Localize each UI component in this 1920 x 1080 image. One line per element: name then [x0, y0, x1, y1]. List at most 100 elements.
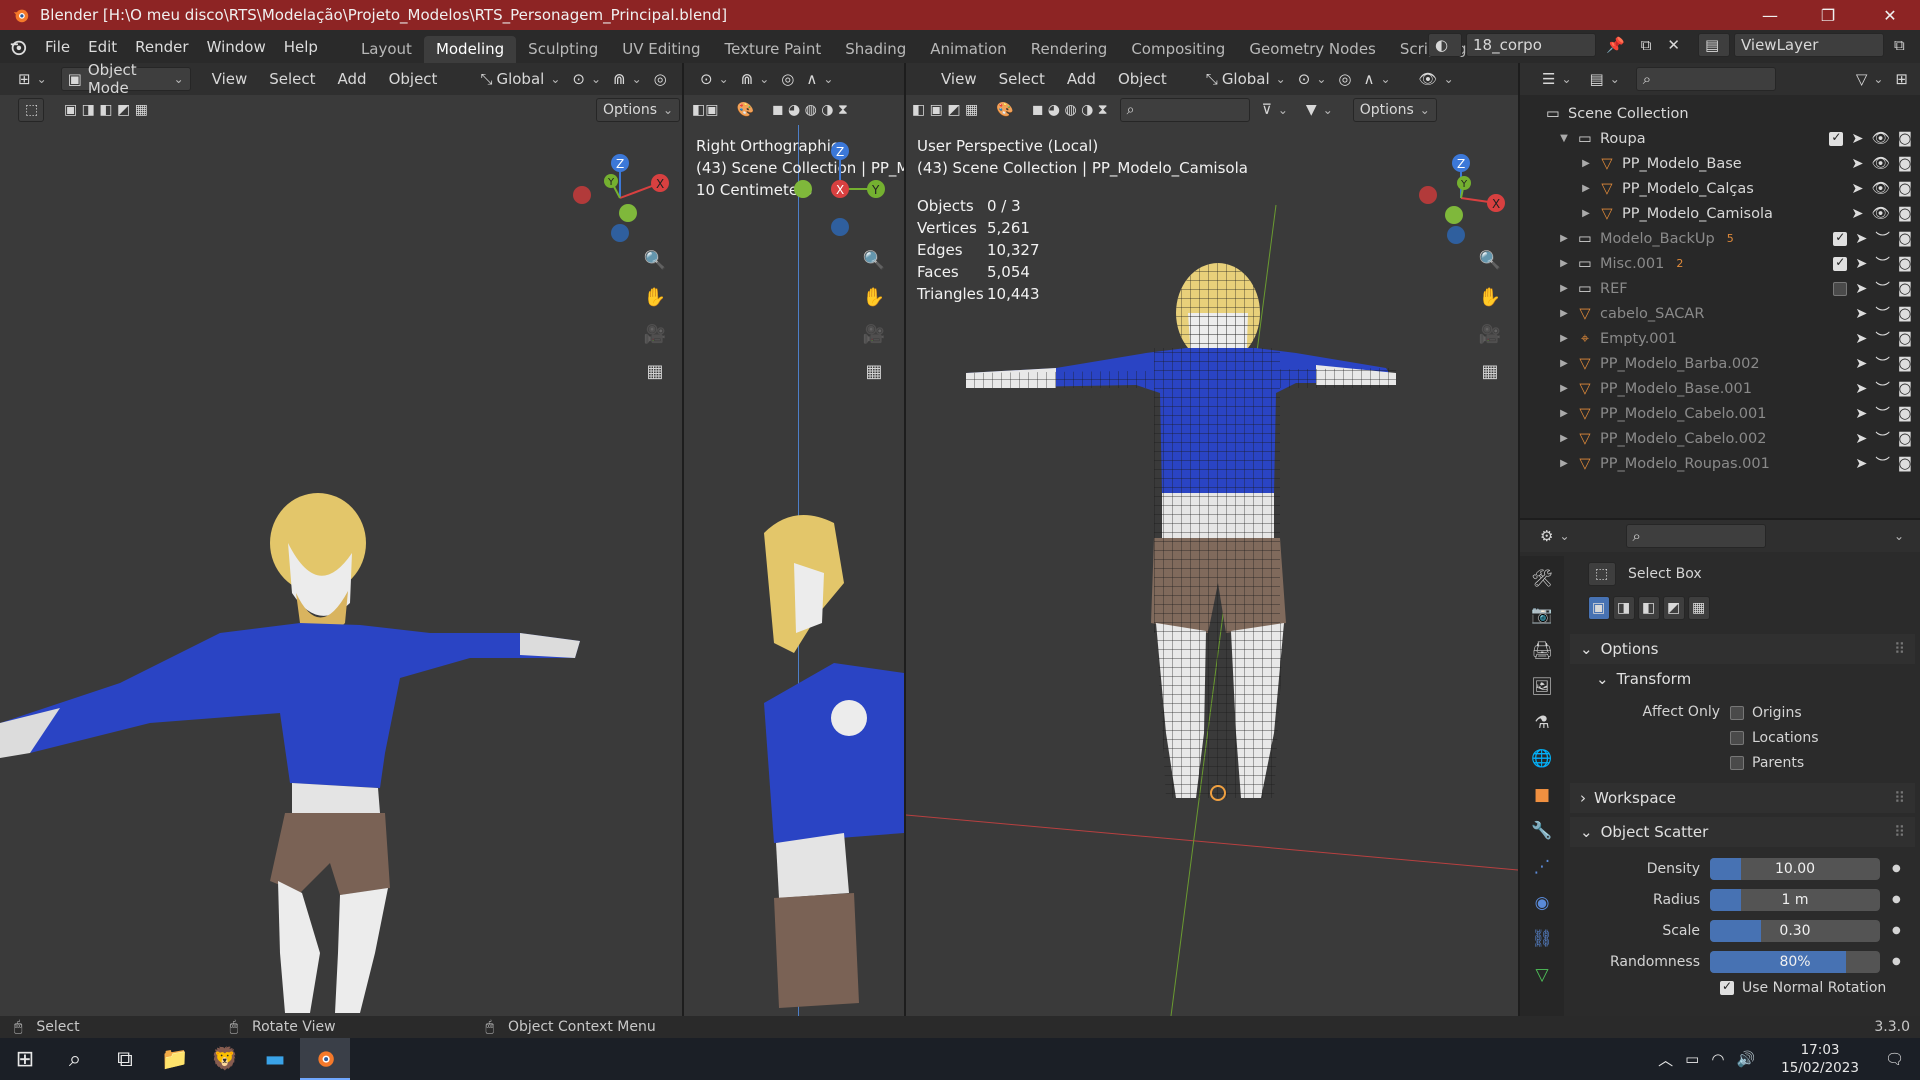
eye-icon[interactable]: 👁 — [1872, 180, 1890, 197]
selectable-arrow-icon[interactable]: ➤ — [1851, 131, 1863, 147]
workspace-panel-header[interactable]: › Workspace ⠿ — [1570, 783, 1915, 813]
left-menu-add[interactable]: Add — [327, 67, 378, 91]
tab-geometry-nodes[interactable]: Geometry Nodes — [1237, 36, 1388, 63]
expand-arrow-icon[interactable]: ▶ — [1556, 433, 1572, 444]
tab-uv-editing[interactable]: UV Editing — [610, 36, 712, 63]
middle-falloff-icon[interactable]: ∧ — [800, 67, 839, 91]
render-camera-icon[interactable]: ◙ — [1898, 431, 1912, 447]
outliner-display-mode-icon[interactable]: ▤ — [1584, 67, 1626, 91]
scene-name-field[interactable]: 18_corpo — [1466, 33, 1596, 57]
task-view-icon[interactable]: ⧉ — [100, 1038, 150, 1080]
mode-difference-icon[interactable]: ◩ — [1663, 596, 1685, 620]
outliner-item[interactable]: ▶ ⌖ Empty.001 ➤ ︶ ◙ — [1520, 326, 1920, 351]
tab-compositing[interactable]: Compositing — [1119, 36, 1237, 63]
eye-icon[interactable]: 👁 — [1872, 130, 1890, 147]
menu-help[interactable]: Help — [275, 38, 327, 56]
keyframe-dot-icon[interactable]: ● — [1892, 894, 1901, 905]
selectable-arrow-icon[interactable]: ➤ — [1855, 431, 1867, 447]
mode-subtract-icon[interactable]: ◧ — [1638, 596, 1660, 620]
particles-tab-icon[interactable]: ⋰ — [1527, 852, 1557, 882]
expand-arrow-icon[interactable]: ▶ — [1556, 408, 1572, 419]
left-menu-view[interactable]: View — [201, 67, 259, 91]
render-camera-icon[interactable]: ◙ — [1898, 256, 1912, 272]
perspective-grid-icon[interactable]: ▦ — [640, 356, 670, 386]
right-shading-icons[interactable]: ◼ ◕ ◍ ◑ ⧗ — [1026, 98, 1114, 122]
right-funnel-icon[interactable]: ▼ — [1300, 98, 1339, 122]
tab-shading[interactable]: Shading — [833, 36, 918, 63]
hidden-eye-icon[interactable]: ︶ — [1875, 228, 1890, 249]
outliner-item[interactable]: ▶ ▽ cabelo_SACAR ➤ ︶ ◙ — [1520, 301, 1920, 326]
expand-arrow-icon[interactable]: ▶ — [1578, 158, 1594, 169]
right-visibility-icon[interactable]: 👁 — [1413, 67, 1460, 91]
right-filter-icon[interactable]: ⊽ — [1256, 98, 1294, 122]
eye-icon[interactable]: 👁 — [1872, 155, 1890, 172]
constraints-tab-icon[interactable]: ⛓ — [1527, 924, 1557, 954]
brave-browser-icon[interactable]: 🦁 — [200, 1038, 250, 1080]
exclude-checkbox[interactable] — [1833, 255, 1848, 271]
radius-slider[interactable]: 1 m — [1710, 888, 1880, 911]
editor-type-icon[interactable]: ⊞ — [12, 67, 53, 91]
transform-subpanel-header[interactable]: ⌄ Transform — [1570, 664, 1915, 694]
outliner-scene-collection[interactable]: ▭ Scene Collection — [1520, 101, 1920, 126]
right-falloff-icon[interactable]: ∧ — [1357, 67, 1396, 91]
render-camera-icon[interactable]: ◙ — [1898, 381, 1912, 397]
select-box-tool-icon[interactable]: ⬚ — [1588, 562, 1616, 586]
middle-zoom-icon[interactable]: 🔍 — [859, 245, 889, 275]
density-slider[interactable]: 10.00 — [1710, 857, 1880, 880]
transform-orientation-dropdown[interactable]: ⤡ Global — [474, 67, 566, 91]
selectable-arrow-icon[interactable]: ➤ — [1855, 381, 1867, 397]
expand-arrow-icon[interactable]: ▶ — [1556, 333, 1572, 344]
right-navigation-gizmo[interactable]: Z X Y — [1406, 143, 1516, 253]
expand-arrow-icon[interactable]: ▶ — [1556, 308, 1572, 319]
world-tab-icon[interactable]: 🌐 — [1527, 744, 1557, 774]
folder-app-icon[interactable]: ▬ — [250, 1038, 300, 1080]
blender-taskbar-icon[interactable] — [300, 1038, 350, 1080]
object-tab-icon[interactable]: ■ — [1527, 780, 1557, 810]
left-3d-viewport[interactable]: ⊞ ▣ Object Mode ViewSelectAddObject ⤡ Gl… — [0, 63, 682, 1016]
middle-navigation-gizmo[interactable]: Z Y X — [784, 137, 894, 237]
use-normal-rotation-row[interactable]: Use Normal Rotation — [1720, 979, 1915, 997]
middle-proportional-icon[interactable]: ◎ — [775, 67, 800, 91]
new-view-layer-icon[interactable]: ⧉ — [1888, 33, 1911, 57]
selectable-arrow-icon[interactable]: ➤ — [1855, 406, 1867, 422]
outliner-filter-icon[interactable]: ▽ — [1850, 67, 1890, 91]
selectable-arrow-icon[interactable]: ➤ — [1851, 206, 1863, 222]
properties-search-field[interactable]: ⌕ — [1625, 524, 1766, 548]
wifi-icon[interactable]: ◠ — [1711, 1050, 1724, 1068]
scale-slider[interactable]: 0.30 — [1710, 919, 1880, 942]
collapse-arrow-icon[interactable]: ▼ — [1556, 133, 1572, 144]
tab-texture-paint[interactable]: Texture Paint — [712, 36, 833, 63]
delete-scene-icon[interactable]: ✕ — [1661, 33, 1686, 57]
hidden-eye-icon[interactable]: ︶ — [1875, 428, 1890, 449]
outliner-item[interactable]: ▶ ▭ Modelo_BackUp 5 ➤ ︶ ◙ — [1520, 226, 1920, 251]
expand-arrow-icon[interactable]: ▶ — [1556, 383, 1572, 394]
options-drag-handle-icon[interactable]: ⠿ — [1894, 640, 1905, 658]
outliner-item[interactable]: ▼ ▭ Roupa ➤ 👁 ◙ — [1520, 126, 1920, 151]
tab-modeling[interactable]: Modeling — [423, 36, 517, 63]
view-layer-icon[interactable]: ▤ — [1697, 33, 1730, 57]
object-scatter-panel-header[interactable]: ⌄ Object Scatter ⠿ — [1570, 817, 1915, 847]
right-camera-icon[interactable]: 🎥 — [1475, 319, 1505, 349]
select-mode-icons[interactable]: ▣ ◨ ◧ ◩ ▦ — [58, 98, 154, 122]
affect-locations-checkbox[interactable] — [1730, 730, 1744, 745]
hidden-eye-icon[interactable]: ︶ — [1875, 303, 1890, 324]
zoom-icon[interactable]: 🔍 — [640, 245, 670, 275]
left-navigation-gizmo[interactable]: Z X Y — [565, 143, 675, 253]
render-camera-icon[interactable]: ◙ — [1898, 156, 1912, 172]
modifier-tab-icon[interactable]: 🔧 — [1527, 816, 1557, 846]
exclude-checkbox[interactable] — [1833, 281, 1848, 296]
mode-intersect-icon[interactable]: ▦ — [1688, 596, 1710, 620]
outliner-item[interactable]: ▶ ▽ PP_Modelo_Cabelo.001 ➤ ︶ ◙ — [1520, 401, 1920, 426]
tray-chevron-icon[interactable]: ︿ — [1658, 1049, 1673, 1070]
outliner-item[interactable]: ▶ ▽ PP_Modelo_Base.001 ➤ ︶ ◙ — [1520, 376, 1920, 401]
keyframe-dot-icon[interactable]: ● — [1892, 925, 1901, 936]
selectable-arrow-icon[interactable]: ➤ — [1855, 331, 1867, 347]
clock[interactable]: 17:03 15/02/2023 — [1781, 1041, 1859, 1077]
right-zoom-icon[interactable]: 🔍 — [1475, 245, 1505, 275]
middle-grid-icon[interactable]: ▦ — [859, 356, 889, 386]
right-proportional-icon[interactable]: ◎ — [1332, 67, 1357, 91]
view-layer-tab-icon[interactable]: 🖼 — [1527, 672, 1557, 702]
properties-options-icon[interactable] — [1882, 524, 1910, 548]
object-scatter-drag-handle-icon[interactable]: ⠿ — [1894, 823, 1905, 841]
selectable-arrow-icon[interactable]: ➤ — [1851, 156, 1863, 172]
